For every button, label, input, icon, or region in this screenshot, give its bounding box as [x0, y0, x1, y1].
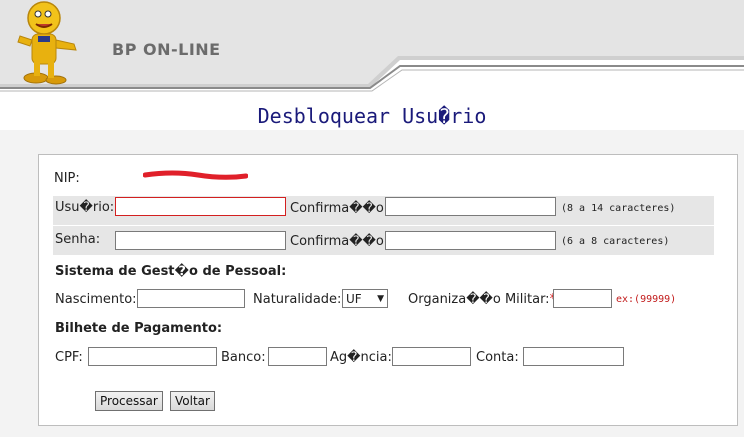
- voltar-button[interactable]: Voltar: [170, 391, 215, 411]
- cpf-label: CPF:: [55, 350, 83, 365]
- banco-label: Banco:: [221, 350, 266, 365]
- org-militar-input[interactable]: [553, 289, 612, 308]
- banco-input[interactable]: [268, 347, 327, 366]
- processar-button[interactable]: Processar: [95, 391, 163, 411]
- senha-hint: (6 a 8 caracteres): [561, 236, 670, 247]
- cpf-input[interactable]: [88, 347, 217, 366]
- naturalidade-label: Naturalidade:: [253, 292, 342, 307]
- conta-input[interactable]: [523, 347, 624, 366]
- section-bilhete-heading: Bilhete de Pagamento:: [55, 321, 223, 336]
- page-title: Desbloquear Usu�rio: [257, 104, 487, 128]
- senha-confirmacao-input[interactable]: [385, 231, 556, 250]
- senha-input[interactable]: [115, 231, 286, 250]
- chevron-down-icon: ▼: [377, 293, 384, 304]
- conta-label: Conta:: [476, 350, 519, 365]
- org-militar-label: Organiza��o Militar:*: [408, 292, 556, 307]
- nascimento-label: Nascimento:: [55, 292, 137, 307]
- agencia-label: Ag�ncia:: [330, 350, 392, 365]
- usuario-confirmacao-label: Confirma��o:: [290, 201, 389, 216]
- usuario-confirmacao-input[interactable]: [385, 197, 556, 216]
- senha-confirmacao-label: Confirma��o:: [290, 234, 389, 249]
- senha-label: Senha:: [55, 232, 101, 247]
- usuario-hint: (8 a 14 caracteres): [561, 203, 676, 214]
- app-title: BP ON-LINE: [112, 40, 221, 59]
- usuario-input[interactable]: [115, 197, 286, 216]
- agencia-input[interactable]: [392, 347, 471, 366]
- org-militar-label-text: Organiza��o Militar:: [408, 292, 550, 307]
- nip-label: NIP:: [54, 171, 80, 186]
- section-pessoal-heading: Sistema de Gest�o de Pessoal:: [55, 264, 287, 279]
- redaction-mark: [143, 170, 248, 180]
- nascimento-input[interactable]: [137, 289, 245, 308]
- mascot-logo-icon: [17, 1, 77, 85]
- naturalidade-select[interactable]: UF ▼: [342, 289, 388, 308]
- naturalidade-selected-value: UF: [346, 291, 362, 306]
- usuario-label: Usu�rio:: [55, 200, 115, 215]
- org-militar-hint: ex:(99999): [616, 294, 677, 305]
- app-header: BP ON-LINE: [0, 0, 744, 92]
